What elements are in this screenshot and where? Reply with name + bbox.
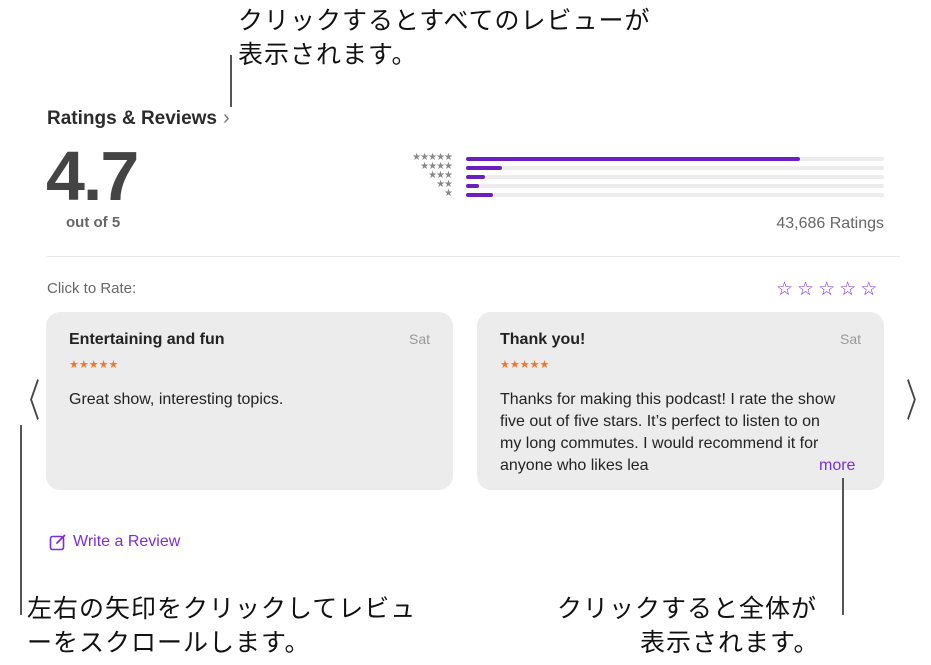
histogram-row-5-star: ★★★★★ <box>396 152 886 164</box>
callout-more-line2: 表示されます。 <box>640 628 820 657</box>
next-review-arrow[interactable]: 〉 <box>906 380 930 424</box>
callout-all-reviews-line1: クリックするとすべてのレビューが <box>238 6 651 35</box>
write-review-button[interactable]: Write a Review <box>49 533 180 551</box>
review-title: Thank you! <box>500 331 586 348</box>
callout-arrows-leader <box>20 425 22 615</box>
callout-more: クリックすると全体が 表示されます。 <box>557 592 820 660</box>
callout-all-reviews-leader <box>230 55 232 107</box>
histogram-track <box>466 184 884 188</box>
callout-all-reviews: クリックするとすべてのレビューが 表示されます。 <box>238 4 651 72</box>
chevron-right-icon[interactable]: › <box>223 107 230 130</box>
callout-more-line1: クリックすると全体が <box>557 594 818 623</box>
rate-star-1-icon[interactable]: ☆ <box>776 279 793 299</box>
ratings-reviews-header[interactable]: Ratings & Reviews › <box>47 107 230 130</box>
histogram-track <box>466 166 884 170</box>
histogram-fill <box>466 175 485 179</box>
section-divider <box>47 256 900 257</box>
rating-histogram: ★★★★★ ★★★★ ★★★ ★★ ★ <box>396 152 886 206</box>
click-to-rate-label: Click to Rate: <box>47 280 137 297</box>
review-title: Entertaining and fun <box>69 331 225 348</box>
histogram-track <box>466 175 884 179</box>
histogram-fill <box>466 157 801 161</box>
histogram-track <box>466 193 884 197</box>
more-link[interactable]: more <box>819 457 855 475</box>
callout-arrows-line1: 左右の矢印をクリックしてレビュ <box>27 594 417 623</box>
callout-more-leader <box>842 478 844 615</box>
compose-icon <box>49 534 66 551</box>
previous-review-arrow[interactable]: 〈 <box>16 380 40 424</box>
review-stars: ★★★★★ <box>69 358 119 371</box>
ratings-reviews-title: Ratings & Reviews <box>47 107 217 129</box>
out-of-label: out of 5 <box>66 214 121 231</box>
histogram-stars: ★ <box>444 188 453 199</box>
review-card-2[interactable]: Thank you! Sat ★★★★★ Thanks for making t… <box>477 312 884 490</box>
histogram-row-2-star: ★★ <box>396 179 886 191</box>
histogram-track <box>466 157 884 161</box>
callout-all-reviews-line2: 表示されます。 <box>238 40 418 69</box>
histogram-row-3-star: ★★★ <box>396 170 886 182</box>
histogram-fill <box>466 193 494 197</box>
histogram-row-4-star: ★★★★ <box>396 161 886 173</box>
write-review-label: Write a Review <box>73 533 181 550</box>
callout-arrows: 左右の矢印をクリックしてレビュ ーをスクロールします。 <box>27 592 416 660</box>
rate-star-2-icon[interactable]: ☆ <box>797 279 814 299</box>
callout-arrows-line2: ーをスクロールします。 <box>27 628 311 657</box>
rate-star-3-icon[interactable]: ☆ <box>818 279 835 299</box>
rate-stars: ☆ ☆ ☆ ☆ ☆ <box>776 279 877 299</box>
ratings-count: 43,686 Ratings <box>776 215 884 232</box>
review-date: Sat <box>839 331 861 347</box>
review-stars: ★★★★★ <box>500 358 550 371</box>
review-card-1[interactable]: Entertaining and fun Sat ★★★★★ Great sho… <box>46 312 453 490</box>
histogram-fill <box>466 184 479 188</box>
review-date: Sat <box>408 331 430 347</box>
rate-star-5-icon[interactable]: ☆ <box>860 279 877 299</box>
review-body: Great show, interesting topics. <box>69 391 284 408</box>
rate-star-4-icon[interactable]: ☆ <box>839 279 856 299</box>
histogram-row-1-star: ★ <box>396 188 886 200</box>
review-body: Thanks for making this podcast! I rate t… <box>500 391 836 474</box>
histogram-fill <box>466 166 502 170</box>
average-score: 4.7 <box>46 137 139 215</box>
